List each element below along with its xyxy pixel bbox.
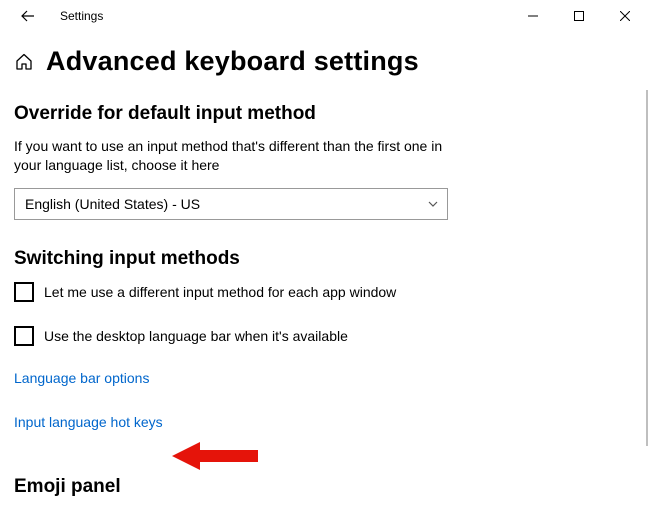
page-header: Advanced keyboard settings <box>14 46 648 77</box>
link-input-language-hotkeys[interactable]: Input language hot keys <box>14 414 163 430</box>
section-override: Override for default input method If you… <box>14 103 648 220</box>
minimize-icon <box>528 11 538 21</box>
titlebar: Settings <box>0 0 648 32</box>
switching-title: Switching input methods <box>14 248 648 270</box>
dropdown-selected: English (United States) - US <box>25 196 200 212</box>
link-language-bar-options[interactable]: Language bar options <box>14 370 149 386</box>
window-controls <box>510 0 648 32</box>
checkbox-desktop-langbar[interactable]: Use the desktop language bar when it's a… <box>14 326 648 346</box>
checkbox-icon <box>14 282 34 302</box>
input-method-dropdown[interactable]: English (United States) - US <box>14 188 448 220</box>
chevron-down-icon <box>427 198 439 210</box>
section-emoji: Emoji panel <box>14 476 648 498</box>
emoji-title: Emoji panel <box>14 476 648 498</box>
page-title: Advanced keyboard settings <box>46 46 419 77</box>
back-arrow-icon <box>21 9 35 23</box>
section-switching: Switching input methods Let me use a dif… <box>14 248 648 444</box>
checkbox-label: Use the desktop language bar when it's a… <box>44 328 348 344</box>
override-description: If you want to use an input method that'… <box>14 137 444 175</box>
home-icon[interactable] <box>14 52 34 72</box>
minimize-button[interactable] <box>510 0 556 32</box>
close-icon <box>620 11 630 21</box>
app-name: Settings <box>60 9 103 23</box>
back-button[interactable] <box>8 0 48 32</box>
checkbox-per-app[interactable]: Let me use a different input method for … <box>14 282 648 302</box>
checkbox-icon <box>14 326 34 346</box>
maximize-button[interactable] <box>556 0 602 32</box>
close-button[interactable] <box>602 0 648 32</box>
checkbox-label: Let me use a different input method for … <box>44 284 396 300</box>
override-title: Override for default input method <box>14 103 648 125</box>
content-area: Advanced keyboard settings Override for … <box>0 32 648 498</box>
maximize-icon <box>574 11 584 21</box>
